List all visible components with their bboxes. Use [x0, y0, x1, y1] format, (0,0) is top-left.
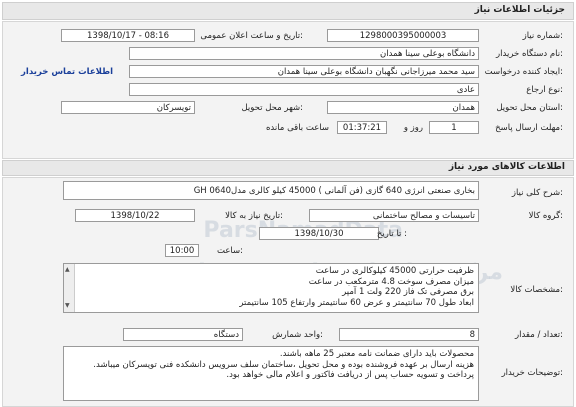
deadline-time-suffix: ساعت باقی مانده [265, 123, 329, 133]
notes-line: هزینه ارسال بر عهده فروشنده بوده و محل ت… [93, 359, 474, 370]
goods-info-panel: مرکز فراخوان مناقصه و مزایده ParsNamadDa… [2, 177, 574, 407]
deadline-days-field: 1 [429, 121, 479, 134]
notes-line: محصولات باید دارای ضمانت نامه معتبر 25 م… [279, 349, 474, 359]
time-label: ساعت: [216, 246, 243, 256]
notes-label: توضیحات خریدار: [501, 368, 563, 378]
qty-field: 8 [339, 328, 479, 341]
deadline-time-field: 01:37:21 [337, 121, 387, 134]
summary-field: بخاری صنعتی انرژی 640 گازی (فن آلمانی ) … [63, 181, 479, 200]
need-info-panel: شماره نیاز: 1298000395000003 تاریخ و ساع… [2, 21, 574, 159]
spec-line: میزان مصرف سوخت 4.8 مترمکعب در ساعت [308, 276, 474, 287]
priority-label: نوع ارجاع: [526, 85, 563, 95]
buyer-field: دانشگاه بوعلی سینا همدان [129, 47, 479, 60]
spec-scrollbar[interactable]: ▲ ▼ [64, 264, 75, 312]
goods-section-header: اطلاعات کالاهای مورد نیاز [2, 160, 574, 176]
page-header: جزئیات اطلاعات نیاز [2, 2, 574, 20]
notes-textarea: محصولات باید دارای ضمانت نامه معتبر 25 م… [63, 346, 479, 401]
goods-section-title: اطلاعات کالاهای مورد نیاز [448, 162, 565, 172]
spec-line: برق مصرفی تک فاز 220 ولت 1 آمپر [342, 287, 474, 297]
province-label: استان محل تحویل: [496, 103, 563, 113]
spec-textarea[interactable]: ▲ ▼ ظرفیت حرارتی 45000 کیلوکالری در ساعت… [63, 263, 479, 313]
deadline-label: مهلت ارسال پاسخ: [495, 123, 563, 133]
city-label: شهر محل تحویل: [241, 103, 303, 113]
spec-line: ظرفیت حرارتی 45000 کیلوکالری در ساعت [315, 266, 474, 276]
spec-line: ابعاد طول 70 سانتیمتر و عرض 60 سانتیمتر … [239, 297, 474, 308]
qty-label: تعداد / مقدار: [515, 330, 563, 340]
need-number-label: شماره نیاز: [522, 31, 563, 41]
unit-field: دستگاه [123, 328, 243, 341]
group-label: گروه کالا: [528, 211, 563, 221]
group-field: تاسیسات و مصالح ساختمانی [309, 209, 479, 222]
unit-label: واحد شمارش: [272, 330, 323, 340]
validity-date-field: 1398/10/30 [259, 227, 379, 240]
province-field: همدان [327, 101, 479, 114]
announce-date-label: تاریخ و ساعت اعلان عمومی: [200, 31, 303, 41]
creator-field: سید محمد میرزاجانی نگهبان دانشگاه بوعلی … [129, 65, 479, 78]
priority-field: عادی [129, 83, 479, 96]
notes-line: پرداخت و تسویه حساب پس از دریافت فاکتور … [226, 370, 474, 380]
announce-date-field: 1398/10/17 - 08:16 [61, 29, 195, 42]
spec-label: مشخصات کالا: [510, 285, 563, 295]
buyer-label: نام دستگاه خریدار: [496, 49, 563, 59]
need-number-field: 1298000395000003 [327, 29, 479, 42]
city-field: تویسرکان [61, 101, 195, 114]
scroll-up-icon[interactable]: ▲ [65, 265, 70, 276]
page-title: جزئیات اطلاعات نیاز [474, 5, 565, 15]
buyer-contact-link[interactable]: اطلاعات تماس خریدار [21, 67, 113, 77]
summary-label: شرح کلی نیاز: [511, 188, 563, 198]
need-date-field: 1398/10/22 [75, 209, 195, 222]
time-field: 10:00 [165, 244, 199, 257]
deadline-days-unit: روز و [403, 123, 423, 133]
creator-label: ایجاد کننده درخواست: [484, 67, 563, 77]
scroll-down-icon[interactable]: ▼ [65, 301, 70, 312]
need-date-label: تاریخ نیاز به کالا: [225, 211, 283, 221]
validity-date-label: تا تاریخ : [376, 229, 407, 239]
